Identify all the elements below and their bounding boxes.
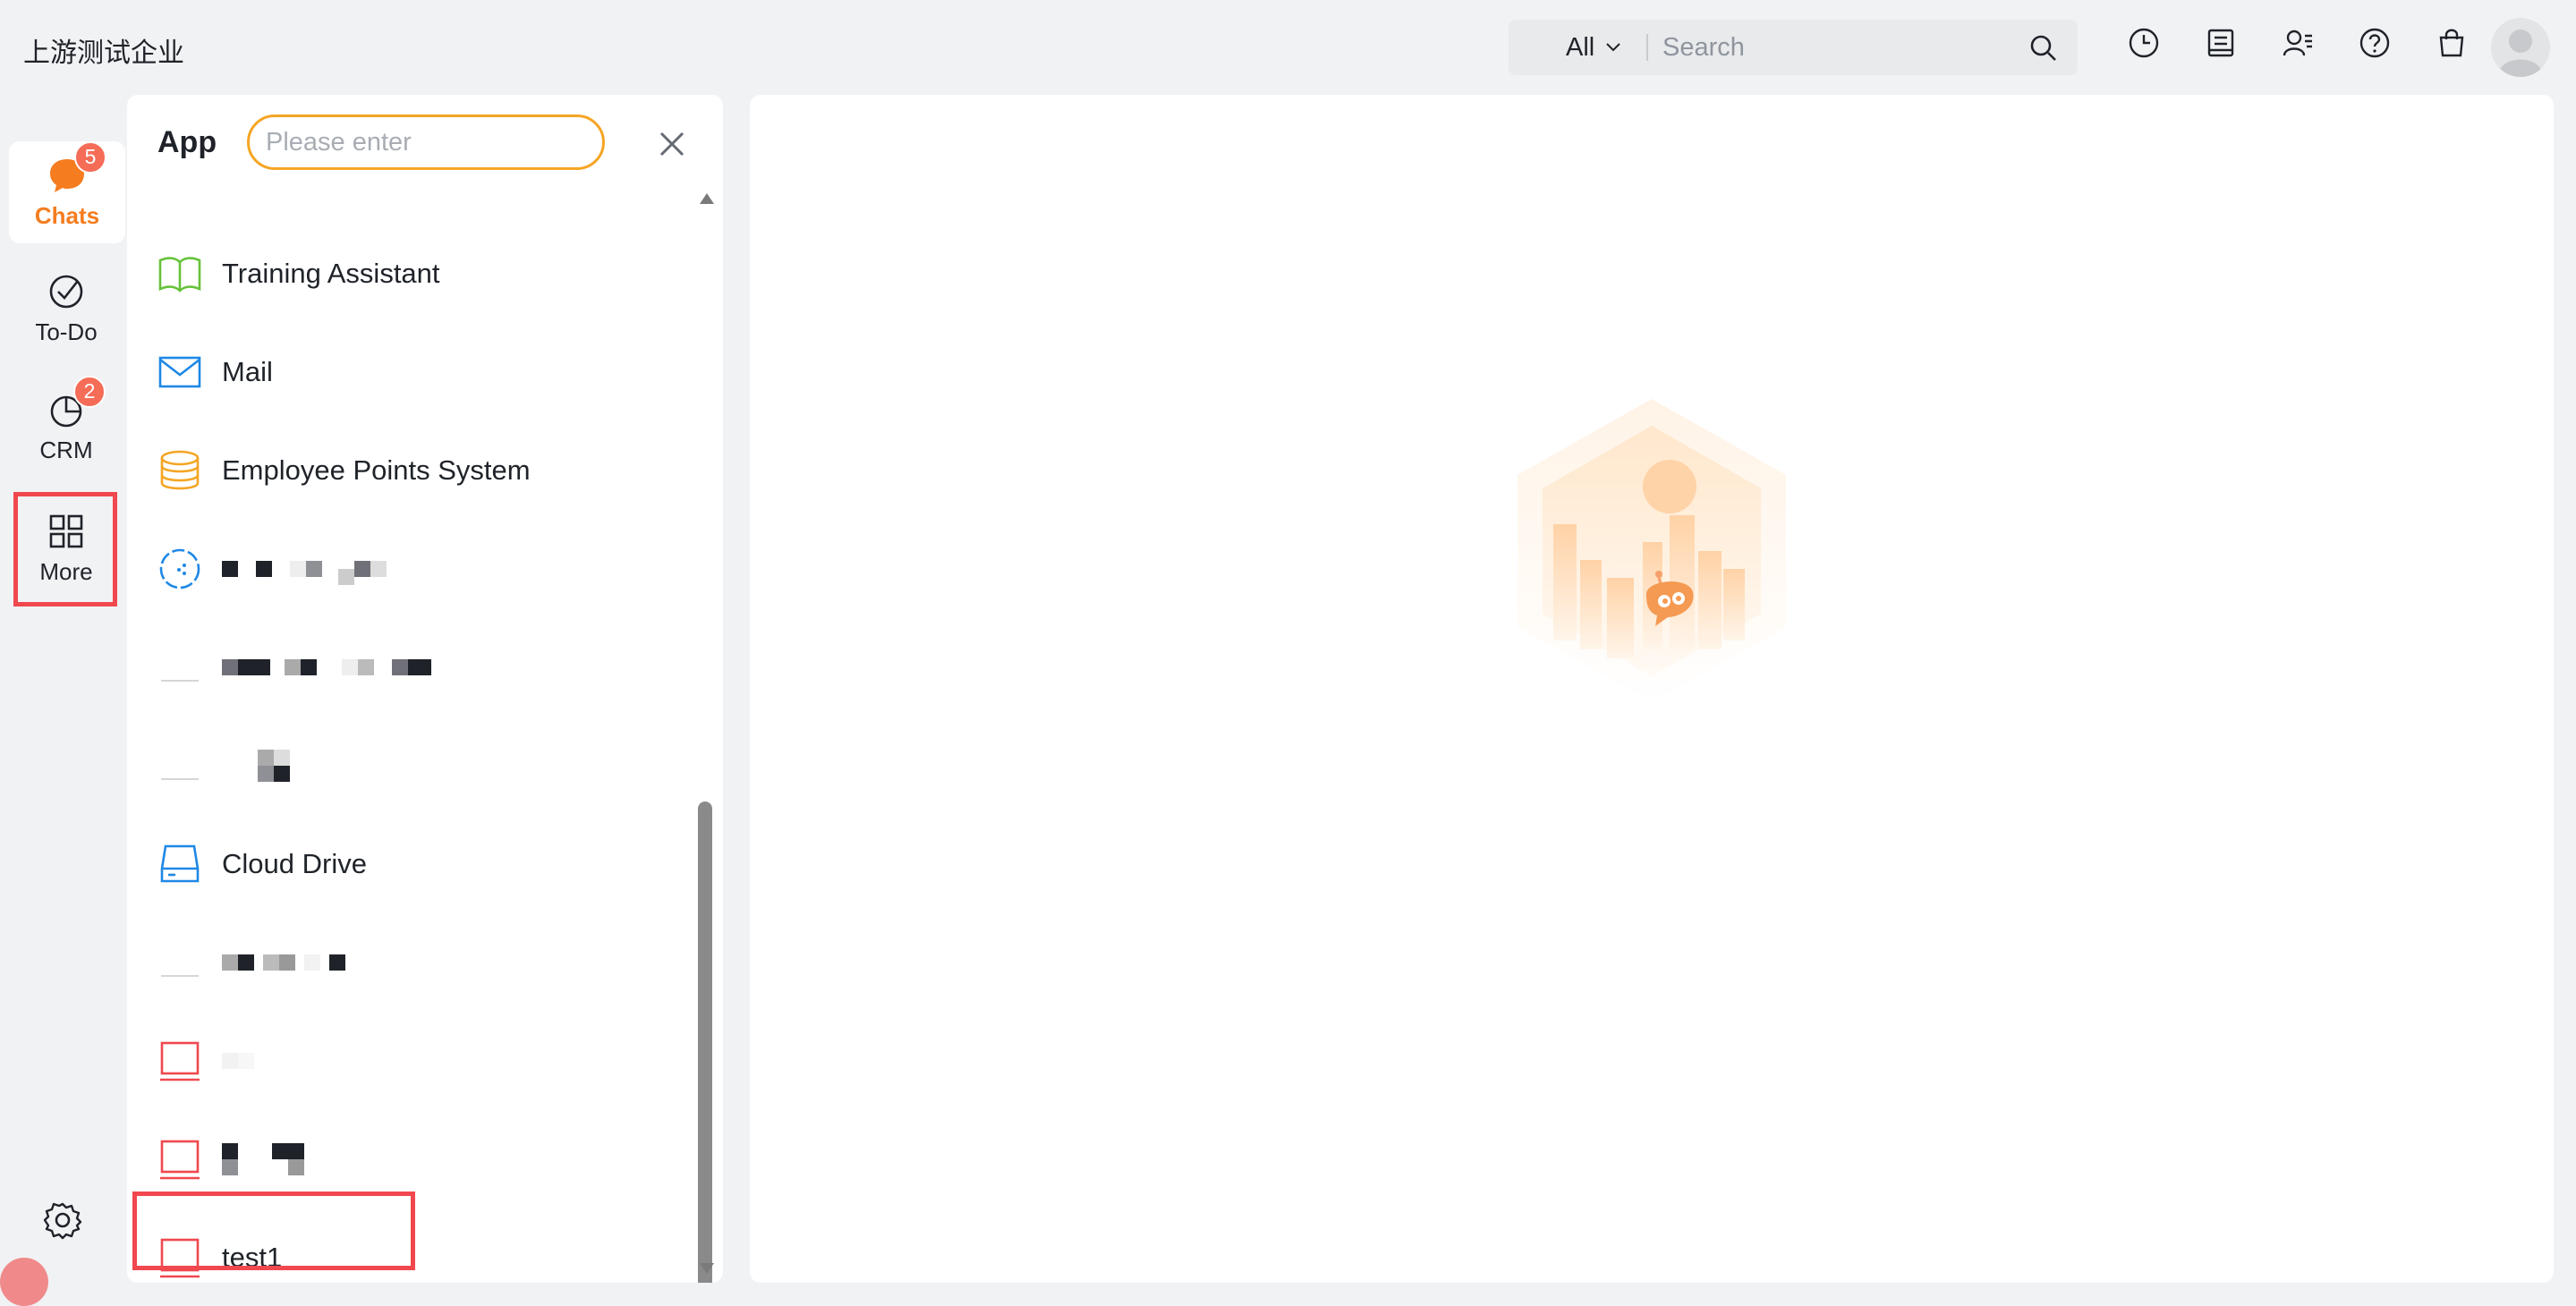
test1-highlight-box <box>132 1192 415 1270</box>
book-icon <box>158 257 201 293</box>
app-item-redacted[interactable] <box>157 936 659 989</box>
pie-chart-icon: 2 <box>47 375 106 429</box>
redacted-label <box>222 954 345 971</box>
blank-icon <box>161 680 199 682</box>
scroll-down-arrow-icon[interactable] <box>700 1263 714 1274</box>
redacted-label <box>222 1053 254 1069</box>
history-icon[interactable] <box>2128 27 2160 59</box>
app-item-redacted[interactable] <box>157 1132 659 1186</box>
assistant-dot[interactable] <box>0 1258 48 1306</box>
gear-icon[interactable] <box>43 1200 82 1240</box>
app-item-redacted[interactable] <box>157 542 659 596</box>
nav-item-label: Chats <box>34 201 100 229</box>
drive-icon <box>160 844 200 883</box>
nav-item-crm[interactable]: 2 CRM <box>9 375 123 478</box>
close-icon[interactable] <box>659 131 685 157</box>
organization-name: 上游测试企业 <box>23 38 184 68</box>
shop-icon[interactable] <box>2436 27 2468 59</box>
redacted-label <box>222 553 387 585</box>
database-icon <box>160 450 200 490</box>
app-label: Cloud Drive <box>222 848 367 879</box>
search-scope-label: All <box>1566 32 1595 62</box>
dotted-circle-icon <box>159 548 200 589</box>
chat-bubble-icon: 5 <box>47 140 106 195</box>
app-item-training-assistant[interactable]: Training Assistant <box>157 247 659 301</box>
nav-item-label: To-Do <box>35 318 98 345</box>
redacted-label <box>222 659 431 675</box>
app-item-redacted[interactable] <box>157 739 659 793</box>
header-toolbar <box>2128 27 2468 59</box>
app-item-redacted[interactable] <box>157 640 659 694</box>
scrollbar-thumb[interactable] <box>698 801 712 1283</box>
more-highlight-box <box>13 492 117 606</box>
help-icon[interactable] <box>2359 27 2391 59</box>
contacts-icon[interactable] <box>2282 27 2314 59</box>
scrollbar[interactable] <box>696 193 714 1283</box>
redacted-label <box>222 1143 304 1175</box>
global-search[interactable]: All <box>1509 20 2078 75</box>
panel-title: App <box>157 125 217 159</box>
search-input[interactable] <box>1648 32 2006 63</box>
app-label: Mail <box>222 356 273 387</box>
blank-icon <box>161 975 199 977</box>
app-panel: App Training Assistant Mail Employee Poi… <box>127 95 723 1283</box>
avatar[interactable] <box>2491 18 2550 77</box>
app-search-input[interactable] <box>247 114 605 170</box>
monitor-icon <box>160 1140 200 1180</box>
app-item-cloud-drive[interactable]: Cloud Drive <box>157 837 659 891</box>
nav-item-chats[interactable]: 5 Chats <box>9 140 125 243</box>
app-label: Employee Points System <box>222 454 531 486</box>
chats-badge: 5 <box>74 140 106 174</box>
monitor-icon <box>160 1041 200 1081</box>
app-item-redacted[interactable] <box>157 1034 659 1088</box>
mail-icon <box>158 356 201 388</box>
app-label: Training Assistant <box>222 258 440 289</box>
app-item-mail[interactable]: Mail <box>157 345 659 399</box>
empty-state-illustration <box>1518 399 1786 703</box>
crm-badge: 2 <box>73 375 106 408</box>
nav-item-label: CRM <box>39 436 93 463</box>
redacted-label <box>258 750 290 782</box>
chevron-down-icon <box>1606 43 1620 52</box>
user-placeholder-icon <box>2498 30 2543 77</box>
search-icon[interactable] <box>2029 34 2058 63</box>
scroll-up-arrow-icon[interactable] <box>700 193 714 204</box>
nav-item-to-do[interactable]: To-Do <box>9 258 123 360</box>
notes-icon[interactable] <box>2205 27 2237 59</box>
blank-icon <box>161 778 199 780</box>
search-scope-dropdown[interactable]: All <box>1509 33 1646 63</box>
check-circle-icon <box>47 272 86 311</box>
app-item-employee-points-system[interactable]: Employee Points System <box>157 444 659 497</box>
